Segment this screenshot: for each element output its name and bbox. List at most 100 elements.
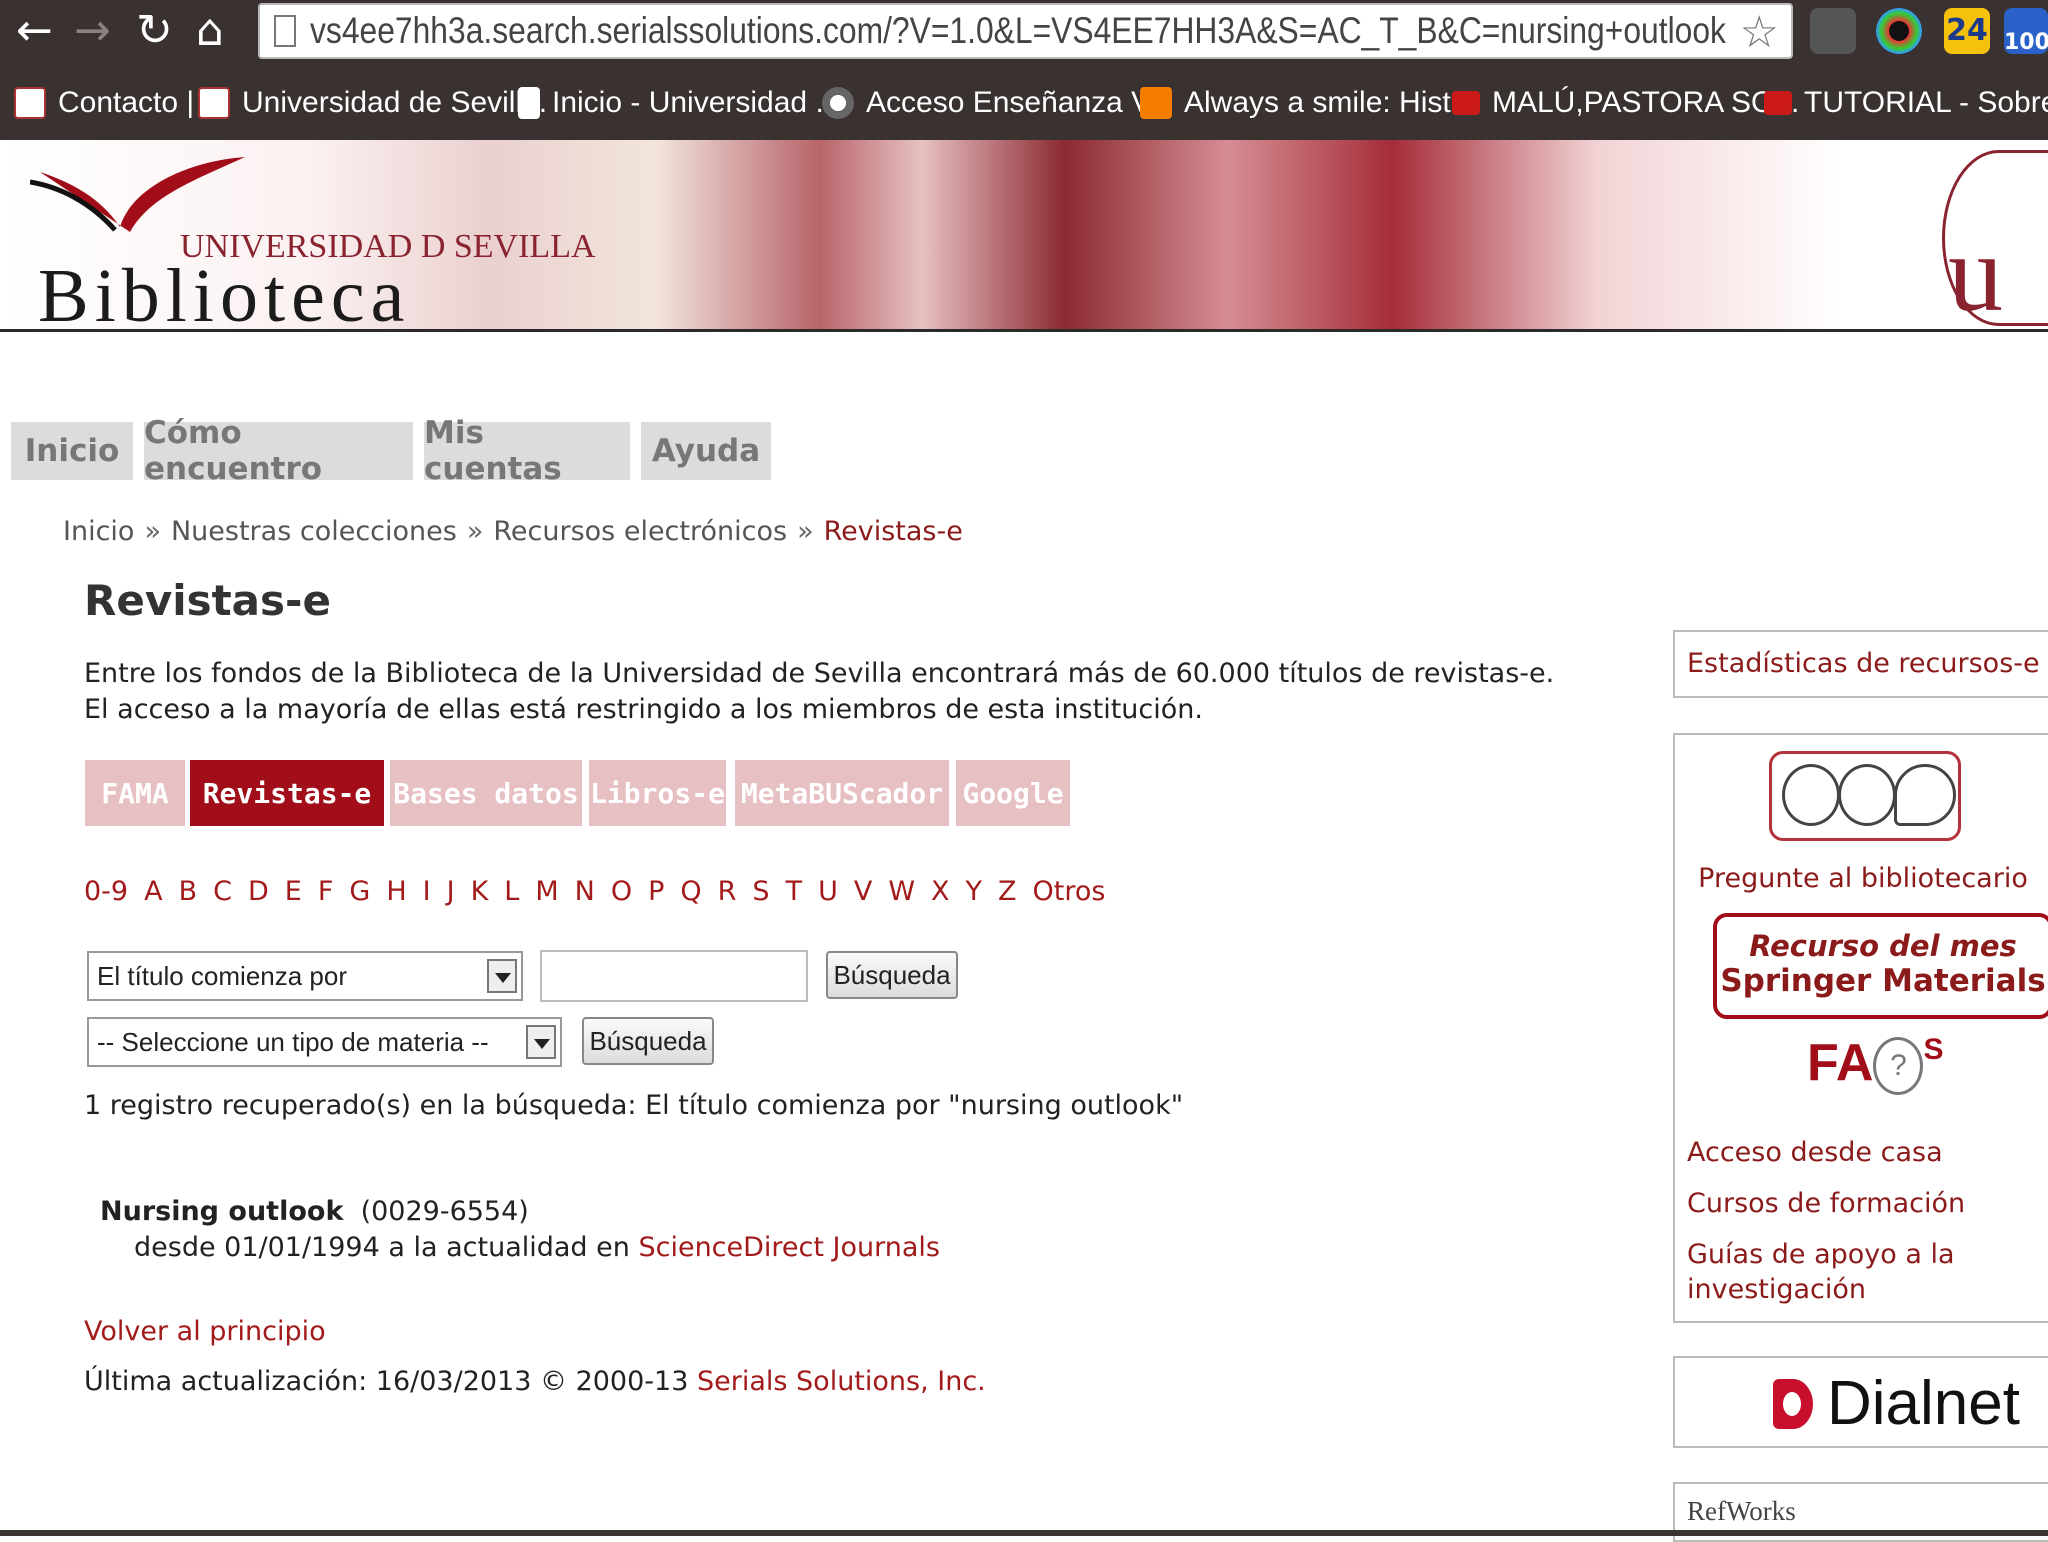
alphabet-index: 0-9 A B C D E F G H I J K L M N O P Q R S T U V W X Y Z Otros — [84, 876, 1121, 907]
alpha-link[interactable]: T — [786, 876, 803, 907]
bookmark-malu[interactable]: MALÚ,PASTORA SO... — [1452, 80, 1799, 126]
address-bar[interactable]: vs4ee7hh3a.search.serialssolutions.com/?… — [258, 3, 1793, 59]
alpha-link[interactable]: F — [318, 876, 334, 907]
back-arrow-icon[interactable]: ← — [16, 6, 53, 56]
sidebar-link-investigacion[interactable]: investigación — [1687, 1272, 1866, 1308]
alpha-link[interactable]: O — [611, 876, 632, 907]
alpha-link[interactable]: M — [535, 876, 558, 907]
intro-text: Entre los fondos de la Biblioteca de la … — [84, 658, 1555, 725]
subject-search-button[interactable]: Búsqueda — [582, 1017, 714, 1065]
calendar-extension-icon[interactable]: 24 — [1944, 8, 1990, 54]
home-icon[interactable]: ⌂ — [196, 6, 224, 56]
bookmark-inicio-universidad[interactable]: Inicio - Universidad ... — [518, 80, 840, 126]
breadcrumb-current: Revistas-e — [823, 516, 963, 547]
last-updated: Última actualización: 16/03/2013 © 2000-… — [84, 1366, 986, 1397]
alpha-link[interactable]: Z — [998, 876, 1017, 907]
back-to-top-link[interactable]: Volver al principio — [84, 1316, 326, 1347]
alpha-link[interactable]: C — [213, 876, 232, 907]
alpha-link[interactable]: Q — [680, 876, 701, 907]
alpha-link[interactable]: G — [349, 876, 370, 907]
tab-inicio[interactable]: Inicio — [11, 422, 133, 480]
reload-icon[interactable]: ↻ — [136, 6, 173, 56]
resource-tab-metabuscador[interactable]: MetaBUScador — [735, 760, 949, 826]
resource-tab-fama[interactable]: FAMA — [85, 760, 185, 826]
title-search-button[interactable]: Búsqueda — [826, 951, 958, 999]
record-issn: (0029-6554) — [360, 1196, 529, 1227]
title-filter-select[interactable]: El título comienza por — [87, 951, 523, 1001]
youtube-icon — [1764, 91, 1792, 115]
breadcrumb-colecciones[interactable]: Nuestras colecciones — [171, 516, 457, 547]
alpha-link[interactable]: P — [648, 876, 664, 907]
library-banner: UNIVERSIDAD D SEVILLA Biblioteca u — [0, 140, 2048, 338]
dialnet-icon — [1773, 1378, 1813, 1429]
resource-tab-revistas-e[interactable]: Revistas-e — [190, 760, 384, 826]
dialnet-logo[interactable]: Dialnet — [1773, 1368, 2020, 1439]
bookmark-always-a-smile[interactable]: Always a smile: Hist... — [1140, 80, 1476, 126]
alpha-link[interactable]: 0-9 — [84, 876, 128, 907]
chevron-down-icon[interactable] — [487, 959, 517, 993]
page-icon — [274, 15, 296, 47]
star-icon[interactable]: ☆ — [1740, 7, 1779, 58]
alpha-link[interactable]: J — [447, 876, 455, 907]
us-favicon-icon — [198, 87, 230, 119]
resource-of-month-button[interactable]: Recurso del mes Springer Materials — [1713, 913, 2048, 1019]
library-title: Biblioteca — [38, 254, 411, 338]
alpha-link[interactable]: E — [285, 876, 302, 907]
url-text[interactable]: vs4ee7hh3a.search.serialssolutions.com/?… — [310, 10, 1726, 52]
breadcrumb-inicio[interactable]: Inicio — [63, 516, 134, 547]
stats-box[interactable]: Estadísticas de recursos-e 201 — [1673, 630, 2048, 698]
chat-bubble-icon — [1894, 764, 1956, 826]
logo-swoosh-icon — [30, 157, 245, 232]
resource-tab-google[interactable]: Google — [956, 760, 1070, 826]
tab-como-encuentro[interactable]: Cómo encuentro — [144, 415, 413, 487]
subject-type-select[interactable]: -- Seleccione un tipo de materia -- — [87, 1017, 562, 1067]
bookmark-contacto[interactable]: Contacto | — [14, 80, 194, 126]
sidebar-link-guias[interactable]: Guías de apoyo a la — [1687, 1237, 1955, 1273]
alpha-link[interactable]: I — [423, 876, 431, 907]
alpha-link[interactable]: B — [179, 876, 198, 907]
ask-librarian-icons[interactable] — [1769, 751, 1961, 841]
alpha-link[interactable]: K — [471, 876, 489, 907]
access-icon — [822, 87, 854, 119]
tab-ayuda[interactable]: Ayuda — [641, 422, 771, 480]
sidebar-link-acceso-casa[interactable]: Acceso desde casa — [1687, 1135, 1943, 1171]
faqs-logo[interactable]: FA? S — [1807, 1033, 1943, 1096]
sidebar-link-cursos[interactable]: Cursos de formación — [1687, 1186, 1965, 1222]
alpha-link[interactable]: R — [718, 876, 737, 907]
chevron-down-icon[interactable] — [526, 1025, 556, 1059]
extension-icon[interactable] — [1810, 8, 1856, 54]
dialnet-box[interactable]: Dialnet — [1673, 1356, 2048, 1448]
alpha-link[interactable]: V — [854, 876, 872, 907]
alpha-link[interactable]: W — [888, 876, 915, 907]
forward-arrow-icon[interactable]: → — [74, 6, 111, 56]
alpha-link[interactable]: D — [248, 876, 269, 907]
bookmark-tutorial[interactable]: TUTORIAL - Sobre p... — [1764, 80, 2048, 126]
alpha-link[interactable]: X — [931, 876, 950, 907]
alpha-link[interactable]: N — [575, 876, 595, 907]
ask-librarian-link[interactable]: Pregunte al bibliotecario — [1675, 863, 2048, 894]
alpha-link[interactable]: S — [752, 876, 769, 907]
title-search-input[interactable] — [540, 950, 808, 1002]
alpha-link[interactable]: Otros — [1033, 876, 1106, 907]
record-title-line: Nursing outlook (0029-6554) — [100, 1196, 529, 1227]
stats-link[interactable]: Estadísticas de recursos-e 201 — [1687, 648, 2048, 679]
serials-solutions-link[interactable]: Serials Solutions, Inc. — [697, 1366, 986, 1397]
youtube-icon — [1452, 91, 1480, 115]
resource-tab-bases-datos[interactable]: Bases datos — [390, 760, 582, 826]
alpha-link[interactable]: L — [504, 876, 519, 907]
breadcrumb-recursos[interactable]: Recursos electrónicos — [493, 516, 787, 547]
alpha-link[interactable]: A — [144, 876, 162, 907]
color-extension-icon[interactable] — [1876, 8, 1922, 54]
record-title: Nursing outlook — [100, 1196, 344, 1227]
alpha-link[interactable]: H — [386, 876, 406, 907]
counter-extension-icon[interactable]: 100 — [2004, 8, 2048, 55]
provider-link[interactable]: ScienceDirect Journals — [638, 1232, 940, 1263]
alpha-link[interactable]: Y — [966, 876, 983, 907]
refworks-logo[interactable]: RefWorks — [1687, 1496, 1796, 1527]
alpha-link[interactable]: U — [818, 876, 838, 907]
bookmark-acceso-ensenanza[interactable]: Acceso Enseñanza V... — [822, 80, 1173, 126]
bookmark-universidad-sevilla[interactable]: Universidad de Sevill... — [198, 80, 547, 126]
resource-tab-libros-e[interactable]: Libros-e — [589, 760, 726, 826]
page-title: Revistas-e — [84, 576, 331, 625]
tab-mis-cuentas[interactable]: Mis cuentas — [424, 415, 630, 487]
